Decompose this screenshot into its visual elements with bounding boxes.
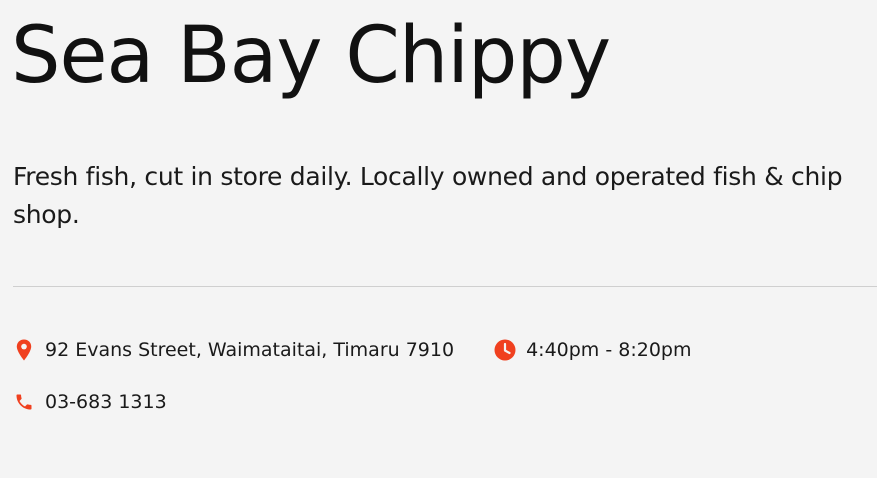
info-row-location-hours: 92 Evans Street, Waimataitai, Timaru 791…: [13, 338, 691, 362]
map-pin-icon: [13, 338, 35, 362]
hours-text: 4:40pm - 8:20pm: [526, 339, 692, 361]
phone-item[interactable]: 03-683 1313: [13, 390, 167, 414]
hours-item: 4:40pm - 8:20pm: [494, 338, 691, 362]
info-row-phone: 03-683 1313: [13, 390, 167, 414]
phone-icon: [13, 390, 35, 414]
address-text: 92 Evans Street, Waimataitai, Timaru 791…: [45, 339, 455, 361]
divider: [13, 286, 877, 287]
phone-text: 03-683 1313: [45, 391, 167, 413]
store-description: Fresh fish, cut in store daily. Locally …: [13, 162, 843, 229]
page-title: Sea Bay Chippy: [11, 11, 611, 101]
clock-icon: [494, 338, 516, 362]
store-info-panel: Sea Bay Chippy Fresh fish, cut in store …: [0, 0, 877, 478]
address-item[interactable]: 92 Evans Street, Waimataitai, Timaru 791…: [13, 338, 454, 362]
